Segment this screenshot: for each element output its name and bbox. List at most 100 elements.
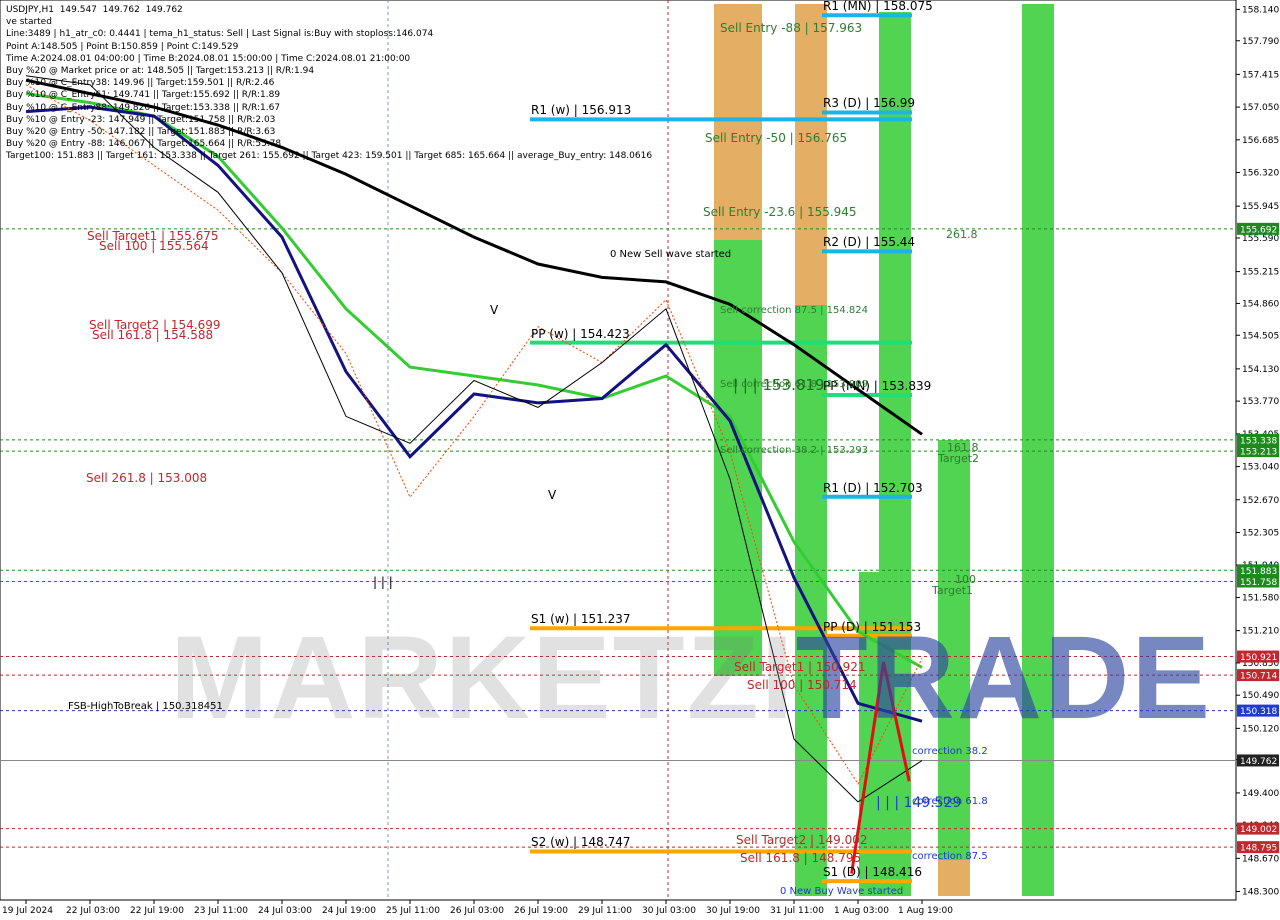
pivot-level-label: R2 (D) | 155.44 [823, 235, 916, 250]
info-line: Buy %20 @ Entry -88: 146.067 || Target:1… [6, 139, 282, 150]
y-tick-label: 154.505 [1242, 331, 1279, 341]
info-line: ve started [6, 17, 52, 28]
y-tick-label: 157.415 [1242, 70, 1279, 80]
chart-annotation: Sell 161.8 | 154.588 [92, 328, 214, 342]
price-tag-label: 149.762 [1240, 757, 1277, 767]
price-tag-label: 150.921 [1240, 653, 1277, 663]
y-tick-label: 157.050 [1242, 103, 1279, 113]
price-tag-label: 153.338 [1240, 436, 1277, 446]
price-tag-label: 153.213 [1240, 448, 1277, 458]
x-tick-label: 30 Jul 19:00 [706, 906, 760, 916]
chart-annotation: Sell Target1 | 150.921 [734, 660, 866, 674]
price-tag-label: 151.758 [1240, 578, 1277, 588]
info-line: Buy %20 @ Entry -50: 147.182 || Target:1… [6, 127, 276, 138]
x-tick-label: 26 Jul 03:00 [450, 906, 504, 916]
pivot-level-label: R3 (D) | 156.99 [823, 96, 916, 111]
y-tick-label: 148.670 [1242, 854, 1279, 864]
x-tick-label: 24 Jul 03:00 [258, 906, 312, 916]
chart-annotation: Target1 [932, 584, 974, 597]
price-tag-label: 150.318 [1240, 707, 1277, 717]
chart-annotation: 0 New Buy Wave started [780, 886, 904, 897]
x-tick-label: 24 Jul 19:00 [322, 906, 376, 916]
pivot-level-label: R1 (D) | 152.703 [823, 480, 923, 495]
chart-annotation: V [548, 488, 557, 502]
y-tick-label: 151.210 [1242, 627, 1279, 637]
chart-annotation: Sell correction 38.2 | 153.293 [720, 445, 869, 456]
x-tick-label: 22 Jul 03:00 [66, 906, 120, 916]
chart-annotation: Sell 161.8 | 148.795 [740, 851, 862, 865]
y-tick-label: 150.490 [1242, 691, 1279, 701]
chart-annotation: | | | [373, 575, 393, 589]
info-line: Buy %20 @ Market price or at: 148.505 ||… [6, 66, 315, 77]
chart-annotation: Sell Entry -50 | 156.765 [705, 131, 848, 145]
chart-annotation: Sell Entry -88 | 157.963 [720, 21, 863, 35]
price-tag-label: 150.714 [1240, 672, 1277, 682]
info-line: Line:3489 | h1_atr_c0: 0.4441 | tema_h1_… [6, 29, 434, 40]
pivot-level-label: PP (D) | 151.153 [823, 619, 922, 634]
info-line: Point A:148.505 | Point B:150.859 | Poin… [6, 41, 239, 52]
x-tick-label: 26 Jul 19:00 [514, 906, 568, 916]
zone-column [795, 4, 827, 305]
x-tick-label: 30 Jul 03:00 [642, 906, 696, 916]
x-tick-label: 1 Aug 19:00 [898, 906, 953, 916]
chart-annotation: Sell 100 | 150.714 [747, 678, 857, 692]
indicator-info-panel: USDJPY,H1 149.547 149.762 149.762 ve star… [6, 4, 652, 163]
price-tag-label: 149.002 [1240, 825, 1277, 835]
x-tick-label: 1 Aug 03:00 [834, 906, 889, 916]
y-tick-label: 152.305 [1242, 528, 1279, 538]
pivot-level-label: S1 (w) | 151.237 [531, 612, 631, 627]
y-tick-label: 158.140 [1242, 5, 1279, 15]
x-tick-label: 22 Jul 19:00 [130, 906, 184, 916]
y-tick-label: 155.590 [1242, 234, 1279, 244]
y-tick-label: 149.400 [1242, 789, 1279, 799]
x-tick-label: 25 Jul 11:00 [386, 906, 440, 916]
pivot-level-label: R1 (w) | 156.913 [531, 103, 632, 118]
x-tick-label: 31 Jul 11:00 [770, 906, 824, 916]
info-line: Time A:2024.08.01 04:00:00 | Time B:2024… [6, 53, 411, 64]
chart-annotation: Sell 261.8 | 153.008 [86, 471, 208, 485]
y-tick-label: 153.770 [1242, 397, 1279, 407]
info-line: Target100: 151.883 || Target 161: 153.33… [6, 151, 653, 162]
chart-annotation: 0 New Sell wave started [610, 249, 732, 260]
y-tick-label: 154.130 [1242, 365, 1279, 375]
y-tick-label: 150.120 [1242, 724, 1279, 734]
watermark-main: MARKETZI [170, 612, 796, 744]
x-tick-label: 23 Jul 11:00 [194, 906, 248, 916]
chart-annotation: correction 61.8 [912, 796, 988, 807]
chart-annotation: V [490, 303, 499, 317]
chart-annotation: 261.8 [946, 228, 978, 241]
y-tick-label: 153.040 [1242, 463, 1279, 473]
watermark-logo: MARKETZITRADE [170, 610, 1212, 746]
pivot-level-label: R1 (MN) | 158.075 [823, 0, 933, 14]
pivot-level-label: S2 (w) | 148.747 [531, 835, 631, 850]
price-tag-label: 151.883 [1240, 567, 1277, 577]
chart-annotation: | | | 153.819 [733, 376, 825, 394]
price-tag-label: 155.692 [1240, 225, 1277, 235]
pivot-level-label: S1 (D) | 148.416 [823, 865, 922, 880]
info-line: Buy %10 @ C_Entry61: 149.741 || Target:1… [6, 90, 281, 101]
chart-annotation: Sell Entry -23.6 | 155.945 [703, 205, 857, 219]
info-line: USDJPY,H1 149.547 149.762 149.762 [6, 5, 183, 15]
chart-annotation: correction 87.5 [912, 851, 988, 862]
y-tick-label: 156.320 [1242, 169, 1279, 179]
chart-annotation: Sell 100 | 155.564 [99, 239, 209, 253]
x-tick-label: 29 Jul 11:00 [578, 906, 632, 916]
pivot-level-label: PP (w) | 154.423 [531, 326, 630, 341]
y-tick-label: 152.670 [1242, 496, 1279, 506]
y-tick-label: 156.685 [1242, 136, 1279, 146]
chart-annotation: correction 38.2 [912, 746, 988, 757]
chart-annotation: Target2 [938, 452, 980, 465]
y-tick-label: 155.215 [1242, 268, 1279, 278]
price-tag-label: 148.795 [1240, 844, 1277, 854]
info-line: Buy %10 @ C_Entry38: 149.96 || Target:15… [6, 78, 275, 89]
y-tick-label: 151.580 [1242, 593, 1279, 603]
y-tick-label: 154.860 [1242, 299, 1279, 309]
zone-column [938, 860, 970, 896]
chart-annotation: Sell correction 87.5 | 154.824 [720, 305, 869, 316]
y-tick-label: 157.790 [1242, 37, 1279, 47]
y-tick-label: 155.945 [1242, 202, 1279, 212]
chart-annotation: Sell Target2 | 149.002 [736, 833, 868, 847]
zone-column [1022, 4, 1054, 896]
x-tick-label: 19 Jul 2024 [2, 906, 53, 916]
y-tick-label: 148.300 [1242, 888, 1279, 898]
